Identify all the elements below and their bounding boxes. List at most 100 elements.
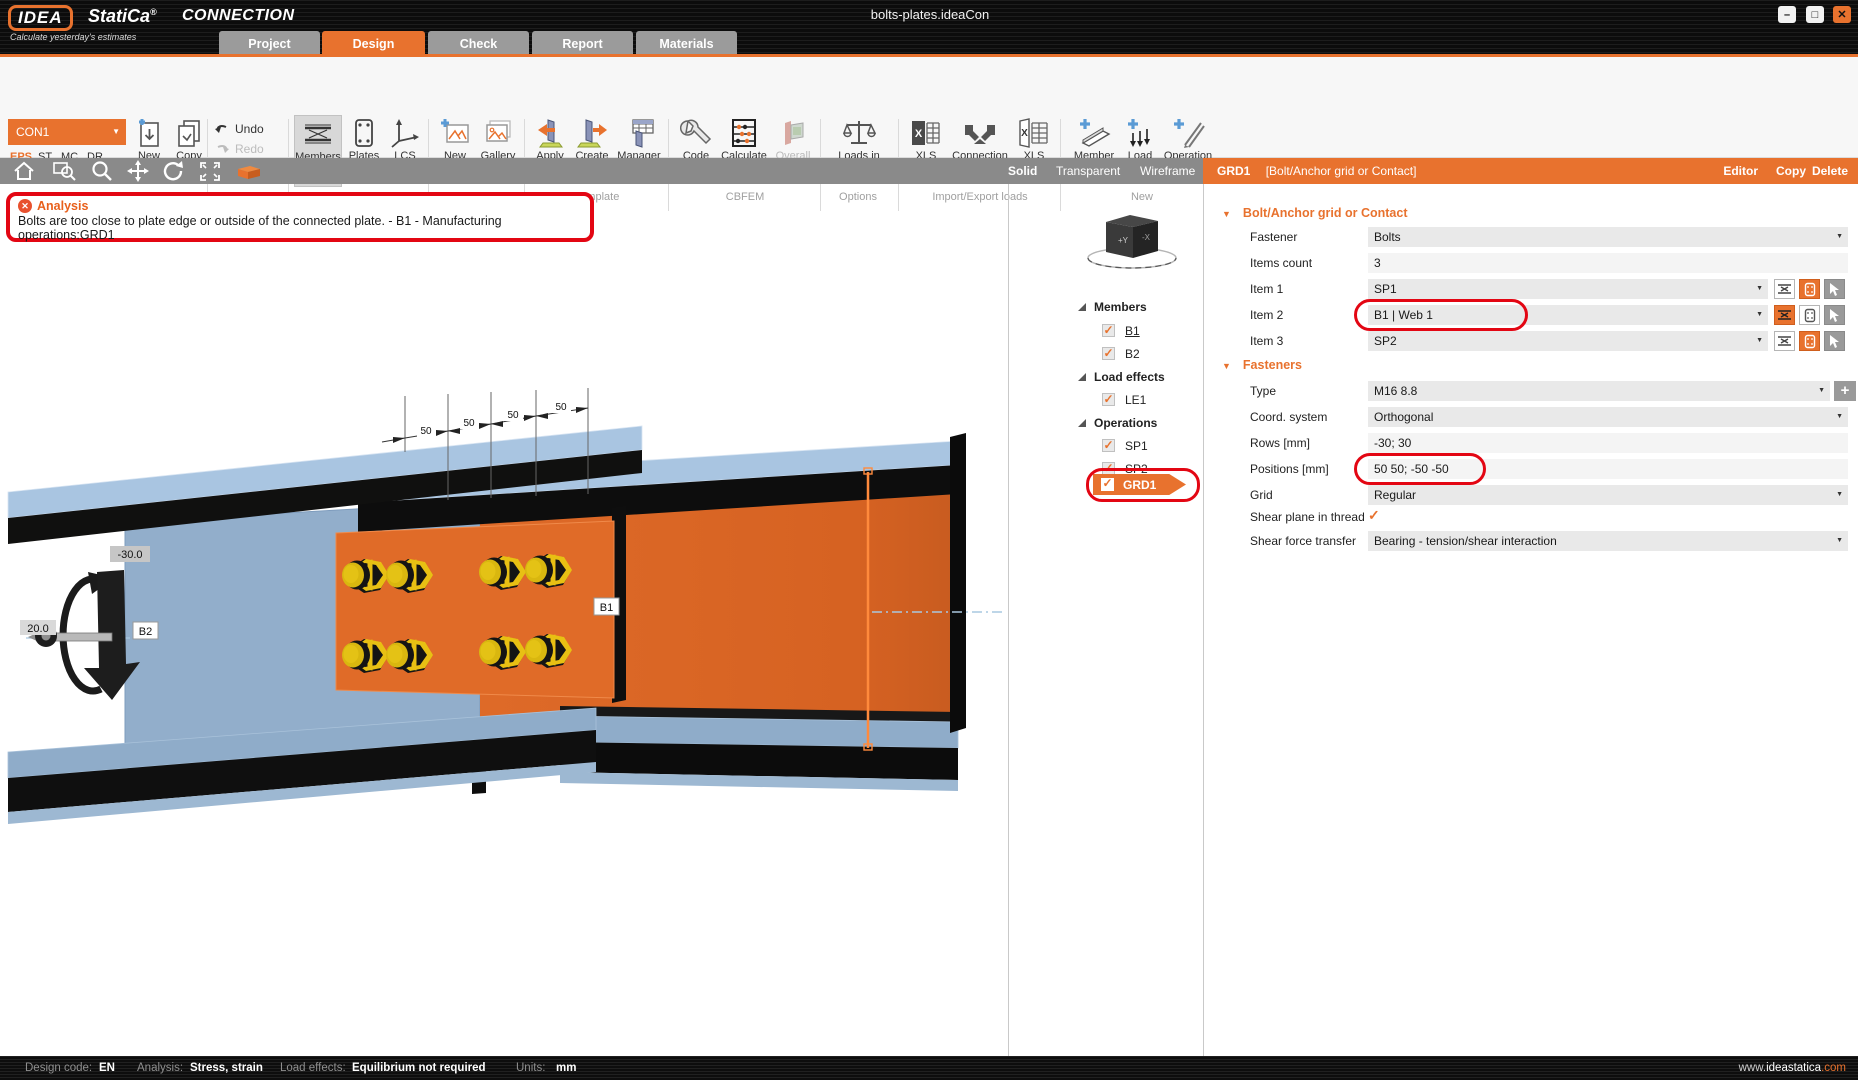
viewport-toolbar: Solid Transparent Wireframe xyxy=(0,158,1203,184)
section-fasteners[interactable]: ▼Fasteners xyxy=(1222,358,1302,372)
item-1-plate-button[interactable] xyxy=(1799,279,1820,299)
ribbon: CON1▼ EPS ST MC DR New Copy Project item… xyxy=(0,57,1858,158)
item-1-member-button[interactable] xyxy=(1774,279,1795,299)
collapse-icon[interactable]: ▼ xyxy=(1222,209,1231,219)
zoom-icon[interactable] xyxy=(90,160,114,182)
checkbox-b2[interactable]: ✓ xyxy=(1102,347,1115,360)
pan-icon[interactable] xyxy=(126,160,150,182)
zoom-window-icon[interactable] xyxy=(52,160,78,182)
item-2-dropdown[interactable]: B1 | Web 1▼ xyxy=(1368,305,1768,325)
splice-plate-sp1[interactable] xyxy=(336,521,614,698)
selected-operation-type: [Bolt/Anchor grid or Contact] xyxy=(1266,164,1417,178)
expander-icon[interactable] xyxy=(1078,419,1086,427)
viewport-tree-divider[interactable] xyxy=(1008,184,1009,1056)
positions-input[interactable]: 50 50; -50 -50 xyxy=(1368,459,1848,479)
status-bar: Design code: EN Analysis: Stress, strain… xyxy=(0,1056,1858,1080)
svg-text:50: 50 xyxy=(420,426,432,437)
item-3-plate-button[interactable] xyxy=(1799,331,1820,351)
error-icon: ✕ xyxy=(18,199,32,213)
view-mode-solid[interactable]: Solid xyxy=(1008,158,1037,184)
tree-item-le1[interactable]: ✓ LE1 xyxy=(1072,389,1202,410)
end-plate-edge[interactable] xyxy=(950,433,966,733)
close-button[interactable]: ✕ xyxy=(1833,6,1851,23)
status-units-value: mm xyxy=(556,1056,576,1080)
cube-face-minus-x[interactable]: -X xyxy=(1142,233,1151,242)
website-link[interactable]: www.ideastatica.com xyxy=(1739,1056,1846,1080)
redo-button[interactable]: Redo xyxy=(214,140,284,158)
item-1-pick-button[interactable] xyxy=(1824,279,1845,299)
editor-action[interactable]: Editor xyxy=(1723,158,1758,184)
item-3-pick-button[interactable] xyxy=(1824,331,1845,351)
add-bolt-type-button[interactable]: + xyxy=(1834,381,1856,401)
tree-item-b2[interactable]: ✓ B2 xyxy=(1072,343,1202,364)
tagline: Calculate yesterday's estimates xyxy=(10,32,136,42)
chevron-down-icon: ▼ xyxy=(112,119,120,145)
coord-system-dropdown[interactable]: Orthogonal▼ xyxy=(1368,407,1848,427)
chevron-down-icon: ▼ xyxy=(1818,381,1825,401)
document-title: bolts-plates.ideaCon xyxy=(700,7,1160,22)
view-mode-transparent[interactable]: Transparent xyxy=(1056,158,1120,184)
tree-group-members[interactable]: Members xyxy=(1072,296,1202,317)
label-coord-system: Coord. system xyxy=(1250,407,1327,427)
checkbox-grd1[interactable]: ✓ xyxy=(1101,478,1114,491)
item-3-member-button[interactable] xyxy=(1774,331,1795,351)
svg-text:50: 50 xyxy=(507,410,519,421)
plate-icon xyxy=(349,117,379,149)
tree-item-sp1[interactable]: ✓ SP1 xyxy=(1072,435,1202,456)
solid-box-icon[interactable] xyxy=(234,160,262,182)
items-count-field[interactable]: 3 xyxy=(1368,253,1848,273)
cube-face-plus-y[interactable]: +Y xyxy=(1118,236,1129,245)
checkbox-sp2[interactable]: ✓ xyxy=(1102,462,1115,475)
expander-icon[interactable] xyxy=(1078,303,1086,311)
svg-text:50: 50 xyxy=(463,418,475,429)
converging-arrows-icon xyxy=(963,117,997,149)
zoom-fit-icon[interactable] xyxy=(198,160,222,182)
item-1-dropdown[interactable]: SP1▼ xyxy=(1368,279,1768,299)
undo-button[interactable]: Undo xyxy=(214,120,284,138)
tree-group-operations[interactable]: Operations xyxy=(1072,412,1202,433)
cursor-icon xyxy=(1829,309,1840,322)
viewport-3d-scene[interactable]: 50 50 50 50 -30.0 20.0 B2 B1 xyxy=(0,184,1008,1056)
delete-action[interactable]: Delete xyxy=(1812,158,1848,184)
item-2-member-button[interactable] xyxy=(1774,305,1795,325)
copy-action[interactable]: Copy xyxy=(1776,158,1806,184)
tree-properties-divider[interactable] xyxy=(1203,184,1204,1056)
navigation-cube[interactable]: +Y -X xyxy=(1080,206,1190,276)
type-dropdown[interactable]: M16 8.8▼ xyxy=(1368,381,1830,401)
checkbox-sp1[interactable]: ✓ xyxy=(1102,439,1115,452)
checkbox-b1[interactable]: ✓ xyxy=(1102,324,1115,337)
view-mode-wireframe[interactable]: Wireframe xyxy=(1140,158,1195,184)
label-type: Type xyxy=(1250,381,1276,401)
label-member-b2: B2 xyxy=(139,626,152,638)
grid-dropdown[interactable]: Regular▼ xyxy=(1368,485,1848,505)
tree-item-b1[interactable]: ✓ B1 xyxy=(1072,320,1202,341)
minimize-button[interactable]: – xyxy=(1778,6,1796,23)
rotate-icon[interactable] xyxy=(162,160,186,182)
new-document-icon xyxy=(134,117,164,149)
shear-plane-checkbox[interactable]: ✓ xyxy=(1368,507,1380,524)
fastener-dropdown[interactable]: Bolts▼ xyxy=(1368,227,1848,247)
collapse-icon[interactable]: ▼ xyxy=(1222,361,1231,371)
item-3-dropdown[interactable]: SP2▼ xyxy=(1368,331,1768,351)
member-icon xyxy=(1777,309,1792,321)
rows-input[interactable]: -30; 30 xyxy=(1368,433,1848,453)
analysis-error-box: ✕ Analysis Bolts are too close to plate … xyxy=(6,192,594,242)
maximize-button[interactable]: □ xyxy=(1806,6,1824,23)
status-design-code-label: Design code: xyxy=(25,1056,92,1080)
shear-force-transfer-dropdown[interactable]: Bearing - tension/shear interaction▼ xyxy=(1368,531,1848,551)
idea-logo: IDEA xyxy=(8,5,73,31)
tree-group-load-effects[interactable]: Load effects xyxy=(1072,366,1202,387)
tree-item-grd1-selected[interactable]: ✓ GRD1 xyxy=(1093,474,1186,495)
new-operation-icon xyxy=(1171,117,1205,149)
label-item-3: Item 3 xyxy=(1250,331,1283,351)
expander-icon[interactable] xyxy=(1078,373,1086,381)
item-2-plate-button[interactable] xyxy=(1799,305,1820,325)
checkbox-le1[interactable]: ✓ xyxy=(1102,393,1115,406)
overall-check-icon xyxy=(777,117,809,149)
project-item-combobox[interactable]: CON1▼ xyxy=(8,119,126,145)
copy-icon xyxy=(174,117,204,149)
item-2-pick-button[interactable] xyxy=(1824,305,1845,325)
home-icon[interactable] xyxy=(12,160,36,182)
label-member-b1: B1 xyxy=(600,602,613,614)
section-bolt-anchor-grid[interactable]: ▼Bolt/Anchor grid or Contact xyxy=(1222,206,1408,220)
